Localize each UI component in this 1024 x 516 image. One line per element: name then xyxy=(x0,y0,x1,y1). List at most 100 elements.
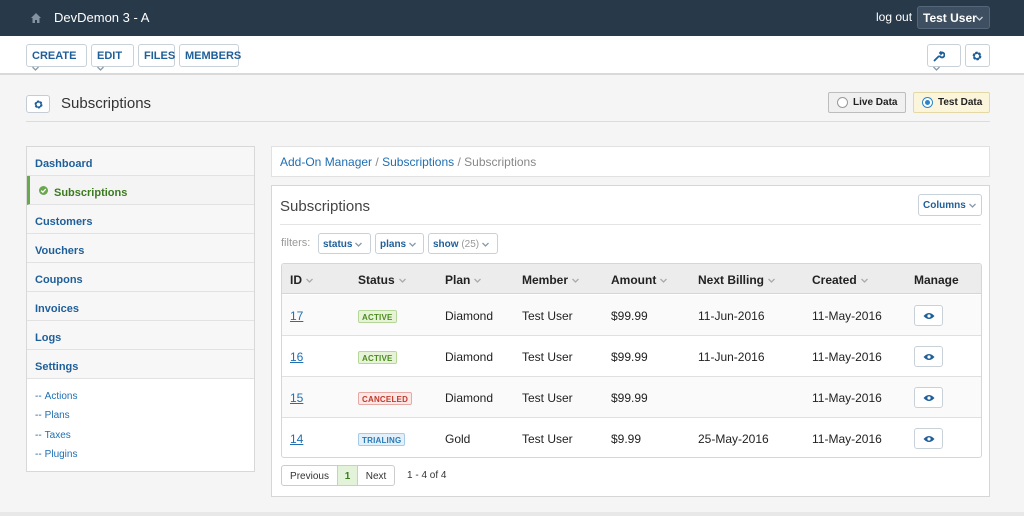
view-subscription-button[interactable] xyxy=(914,428,943,449)
chevron-down-icon xyxy=(860,277,868,284)
sidebar-item-logs[interactable]: Logs xyxy=(27,321,254,350)
column-header-id[interactable]: ID xyxy=(290,273,313,287)
subscription-id-link[interactable]: 17 xyxy=(290,309,303,323)
breadcrumb-separator: / xyxy=(457,155,461,169)
sidebar-sublink[interactable]: Plans xyxy=(45,410,70,421)
column-header-amount[interactable]: Amount xyxy=(611,273,668,287)
eye-icon xyxy=(923,354,935,360)
pagination-info: 1 - 4 of 4 xyxy=(407,470,447,481)
sidebar-sublink[interactable]: Actions xyxy=(45,391,78,402)
radio-off-icon xyxy=(837,97,848,108)
panel-divider xyxy=(280,224,981,225)
column-header-next-billing[interactable]: Next Billing xyxy=(698,273,775,287)
column-header-member[interactable]: Member xyxy=(522,273,579,287)
subscriptions-table: ID Status Plan Member Amount Next Billin… xyxy=(281,263,982,458)
gear-icon xyxy=(972,51,982,61)
test-data-label: Test Data xyxy=(938,97,983,108)
live-data-toggle[interactable]: Live Data xyxy=(828,92,906,113)
created-cell: 11-May-2016 xyxy=(812,309,882,323)
plans-filter-label: plans xyxy=(380,239,407,250)
sidebar-link[interactable]: Invoices xyxy=(35,303,79,315)
show-filter-label: show xyxy=(433,239,459,250)
chevron-down-icon xyxy=(32,65,39,72)
view-subscription-button[interactable] xyxy=(914,305,943,326)
toolbar: CREATE EDIT FILES MEMBERS xyxy=(0,36,1024,75)
footer-divider xyxy=(0,512,1024,516)
create-menu-button[interactable]: CREATE xyxy=(26,44,87,71)
user-menu-button[interactable]: Test User xyxy=(917,6,990,29)
sidebar-item-coupons[interactable]: Coupons xyxy=(27,263,254,292)
subscription-id-link[interactable]: 16 xyxy=(290,350,303,364)
test-data-toggle[interactable]: Test Data xyxy=(913,92,990,113)
plan-cell: Diamond xyxy=(445,350,494,364)
breadcrumb: Add-On Manager / Subscriptions / Subscri… xyxy=(271,146,990,177)
sidebar-link[interactable]: Logs xyxy=(35,332,61,344)
sidebar-subitem-plans[interactable]: -- Plans xyxy=(35,410,70,421)
sidebar-link[interactable]: Subscriptions xyxy=(54,187,127,199)
view-subscription-button[interactable] xyxy=(914,346,943,367)
sidebar-sublink[interactable]: Plugins xyxy=(45,449,78,460)
sidebar-link[interactable]: Customers xyxy=(35,216,92,228)
home-icon[interactable] xyxy=(31,13,41,23)
chevron-down-icon xyxy=(306,277,313,284)
panel-title: Subscriptions xyxy=(280,198,371,215)
view-subscription-button[interactable] xyxy=(914,387,943,408)
chevron-down-icon xyxy=(97,65,104,72)
wrench-icon xyxy=(933,50,946,62)
site-name[interactable]: DevDemon 3 - A xyxy=(54,10,149,25)
status-badge: CANCELED xyxy=(358,392,413,405)
column-header-status[interactable]: Status xyxy=(358,273,406,287)
column-header-created[interactable]: Created xyxy=(812,273,868,287)
chevron-down-icon xyxy=(398,277,406,284)
sidebar-item-dashboard[interactable]: Dashboard xyxy=(27,147,254,176)
next-page-button[interactable]: Next xyxy=(358,466,394,485)
pagination: Previous 1 Next xyxy=(281,465,395,486)
status-badge: ACTIVE xyxy=(358,310,397,323)
sidebar-link[interactable]: Coupons xyxy=(35,274,83,286)
breadcrumb-addon-manager[interactable]: Add-On Manager xyxy=(280,155,372,169)
files-button[interactable]: FILES xyxy=(138,44,175,67)
show-filter[interactable]: show (25) xyxy=(428,233,498,254)
header-divider xyxy=(26,121,990,122)
sidebar-link[interactable]: Settings xyxy=(35,361,78,373)
edit-menu-button[interactable]: EDIT xyxy=(91,44,134,71)
status-filter[interactable]: status xyxy=(318,233,371,254)
plans-filter[interactable]: plans xyxy=(375,233,424,254)
sidebar-sublink[interactable]: Taxes xyxy=(45,430,71,441)
members-button[interactable]: MEMBERS xyxy=(179,44,241,67)
next-billing-cell: 11-Jun-2016 xyxy=(698,350,765,364)
logout-link[interactable]: log out xyxy=(876,10,912,24)
sidebar-subitem-plugins[interactable]: -- Plugins xyxy=(35,449,77,460)
sidebar-subitem-actions[interactable]: -- Actions xyxy=(35,391,77,402)
created-cell: 11-May-2016 xyxy=(812,391,882,405)
subscription-id-link[interactable]: 14 xyxy=(290,432,303,446)
breadcrumb-subscriptions[interactable]: Subscriptions xyxy=(382,155,454,169)
amount-cell: $99.99 xyxy=(611,309,648,323)
sidebar-item-customers[interactable]: Customers xyxy=(27,205,254,234)
settings-button[interactable] xyxy=(965,44,990,67)
create-label: CREATE xyxy=(32,50,77,62)
sidebar-subitem-taxes[interactable]: -- Taxes xyxy=(35,430,71,441)
status-badge: TRIALING xyxy=(358,433,406,446)
columns-button[interactable]: Columns xyxy=(918,194,982,216)
page-1-button[interactable]: 1 xyxy=(337,466,358,485)
tools-menu-button[interactable] xyxy=(927,44,961,71)
status-badge: ACTIVE xyxy=(358,351,397,364)
sidebar-link[interactable]: Vouchers xyxy=(35,245,84,257)
chevron-down-icon xyxy=(968,202,976,209)
eye-icon xyxy=(923,313,935,319)
sidebar-item-subscriptions[interactable]: Subscriptions xyxy=(27,176,254,205)
subscriptions-panel: Subscriptions Columns filters: status pl… xyxy=(271,185,990,497)
sidebar-item-vouchers[interactable]: Vouchers xyxy=(27,234,254,263)
sidebar-link[interactable]: Dashboard xyxy=(35,158,92,170)
subscription-id-link[interactable]: 15 xyxy=(290,391,303,405)
sidebar-item-invoices[interactable]: Invoices xyxy=(27,292,254,321)
eye-icon xyxy=(923,395,935,401)
page-settings-button[interactable] xyxy=(26,95,50,113)
column-header-plan[interactable]: Plan xyxy=(445,273,482,287)
sidebar-item-settings[interactable]: Settings xyxy=(27,350,254,379)
previous-page-button[interactable]: Previous xyxy=(282,466,337,485)
table-row: 14 TRIALING Gold Test User $9.99 25-May-… xyxy=(282,418,981,457)
live-data-label: Live Data xyxy=(853,97,898,108)
plan-cell: Diamond xyxy=(445,391,494,405)
